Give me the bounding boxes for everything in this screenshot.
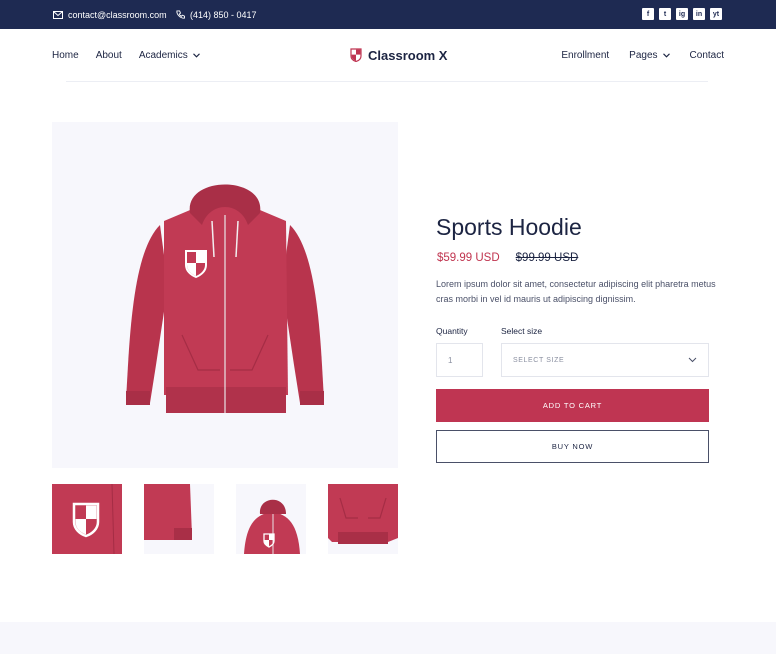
price-row: $59.99 USD $99.99 USD: [437, 252, 578, 264]
thumbnail-1[interactable]: [52, 484, 122, 554]
nav-enrollment[interactable]: Enrollment: [561, 50, 609, 61]
hoodie-logo-closeup: [52, 484, 122, 554]
nav-academics[interactable]: Academics: [139, 50, 200, 61]
linkedin-icon[interactable]: in: [693, 8, 705, 20]
thumbnail-2[interactable]: [144, 484, 214, 554]
chevron-down-icon: [192, 52, 200, 58]
twitter-icon[interactable]: t: [659, 8, 671, 20]
instagram-icon[interactable]: ig: [676, 8, 688, 20]
nav-right: Enrollment Pages Contact: [561, 29, 724, 81]
envelope-icon: [53, 10, 63, 19]
brand-logo[interactable]: Classroom X: [350, 29, 447, 81]
email-text: contact@classroom.com: [68, 9, 167, 20]
hoodie-back-closeup: [236, 484, 306, 554]
phone-icon: [176, 10, 185, 19]
size-placeholder: SELECT SIZE: [513, 356, 565, 364]
brand-name: Classroom X: [368, 47, 448, 63]
hoodie-illustration: [126, 184, 324, 413]
shield-logo-icon: [350, 48, 362, 62]
thumbnail-4[interactable]: [328, 484, 398, 554]
quantity-value: 1: [448, 355, 453, 365]
product-main-image: [52, 122, 398, 468]
size-select[interactable]: SELECT SIZE: [501, 343, 709, 377]
product-title: Sports Hoodie: [436, 214, 582, 240]
phone-contact[interactable]: (414) 850 - 0417: [176, 0, 257, 29]
product-thumbnails: [52, 484, 398, 554]
nav-contact[interactable]: Contact: [690, 50, 724, 61]
phone-text: (414) 850 - 0417: [190, 9, 257, 20]
original-price: $99.99 USD: [515, 252, 579, 264]
main-nav: Home About Academics Classroom X Enrollm…: [0, 29, 776, 81]
chevron-down-icon: [662, 52, 670, 58]
facebook-icon[interactable]: f: [642, 8, 654, 20]
quantity-label: Quantity: [436, 326, 468, 336]
nav-divider: [66, 81, 708, 82]
sale-price: $59.99 USD: [437, 252, 500, 264]
nav-pages-label: Pages: [629, 49, 658, 61]
add-to-cart-button[interactable]: ADD TO CART: [436, 389, 709, 422]
thumbnail-3[interactable]: [236, 484, 306, 554]
size-label: Select size: [501, 326, 543, 336]
hoodie-pocket-closeup: [328, 484, 398, 554]
nav-home[interactable]: Home: [52, 50, 79, 61]
product-description: Lorem ipsum dolor sit amet, consectetur …: [436, 279, 716, 304]
footer-band: [0, 622, 776, 654]
top-bar: contact@classroom.com (414) 850 - 0417 f…: [0, 0, 776, 29]
buy-now-button[interactable]: BUY NOW: [436, 430, 709, 463]
youtube-icon[interactable]: yt: [710, 8, 722, 20]
nav-left: Home About Academics: [52, 29, 200, 81]
quantity-input[interactable]: 1: [436, 343, 483, 377]
chevron-down-icon: [688, 357, 697, 363]
email-contact[interactable]: contact@classroom.com: [53, 0, 167, 29]
social-links: f t ig in yt: [642, 8, 722, 20]
nav-pages[interactable]: Pages: [629, 49, 670, 61]
nav-academics-label: Academics: [138, 49, 188, 61]
hoodie-sleeve-closeup: [144, 484, 214, 554]
nav-about[interactable]: About: [96, 50, 122, 61]
